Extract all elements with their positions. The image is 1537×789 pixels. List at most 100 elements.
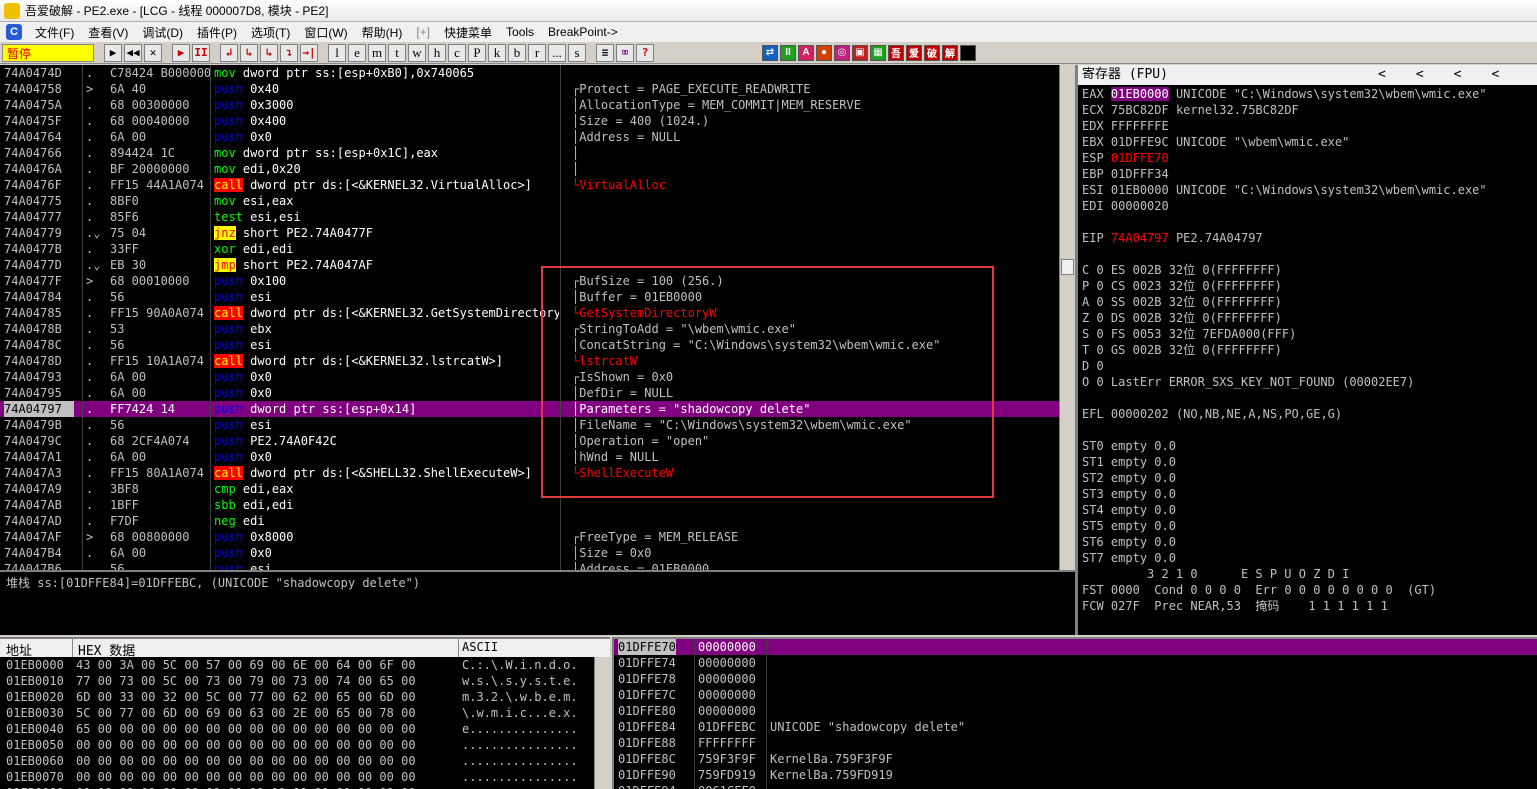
- disasm-row[interactable]: 74A047AF >68 00800000 push 0x8000 ┌FreeType…: [0, 529, 1075, 545]
- log-window-button[interactable]: l: [328, 43, 346, 62]
- dump-row[interactable]: 01EB0070 00 00 00 00 00 00 00 00 00 00 00…: [0, 769, 594, 785]
- register-value[interactable]: 01EB0000: [1111, 183, 1169, 197]
- swap-icon[interactable]: ⇄: [762, 44, 778, 61]
- menu-plugins[interactable]: 插件(P): [190, 24, 244, 41]
- restart-icon[interactable]: ◀◀: [124, 43, 142, 62]
- dump-row[interactable]: 01EB0020 6D 00 33 00 32 00 5C 00 77 00 62…: [0, 689, 594, 705]
- windows-window-button[interactable]: w: [408, 43, 426, 62]
- disasm-row[interactable]: 74A04766. 894424 1C mov dword ptr ss:[esp+…: [0, 145, 1075, 161]
- dump-row[interactable]: 01EB0050 00 00 00 00 00 00 00 00 00 00 00…: [0, 737, 594, 753]
- menu-shortcuts[interactable]: 快捷菜单: [437, 24, 499, 41]
- menu-options[interactable]: 选项(T): [244, 24, 297, 41]
- register-line[interactable]: EFL 00000202 (NO,NB,NE,A,NS,PO,GE,G): [1078, 406, 1537, 422]
- grid-icon[interactable]: ▦: [870, 44, 886, 61]
- dump-row[interactable]: 01EB0060 00 00 00 00 00 00 00 00 00 00 00…: [0, 753, 594, 769]
- pause-icon[interactable]: II: [192, 43, 210, 62]
- menu-file[interactable]: 文件(F): [28, 24, 81, 41]
- disasm-row[interactable]: 74A0476A. BF 20000000 mov edi,0x20 │: [0, 161, 1075, 177]
- disasm-row[interactable]: 74A04777. 85F6 test esi,esi: [0, 209, 1075, 225]
- cpu-window-button[interactable]: c: [448, 43, 466, 62]
- box-icon[interactable]: ▣: [852, 44, 868, 61]
- patches-window-button[interactable]: P: [468, 43, 486, 62]
- trace-over-icon[interactable]: ↴: [280, 43, 298, 62]
- disasm-row[interactable]: 74A04779 .⌄ 75 04 jnz short PE2.74A0477F: [0, 225, 1075, 241]
- dump-row[interactable]: 01EB0010 77 00 73 00 5C 00 73 00 79 00 73…: [0, 673, 594, 689]
- references-window-button[interactable]: r: [528, 43, 546, 62]
- jie-icon[interactable]: 解: [942, 44, 958, 61]
- register-line[interactable]: ST7 empty 0.0: [1078, 550, 1537, 566]
- register-value[interactable]: 027F: [1111, 599, 1140, 613]
- dump-row[interactable]: 01EB0000 43 00 3A 00 5C 00 57 00 69 00 6E…: [0, 657, 594, 673]
- register-line[interactable]: ESP 01DFFE70: [1078, 150, 1537, 166]
- register-line[interactable]: EIP 74A04797 PE2.74A04797: [1078, 230, 1537, 246]
- register-value[interactable]: 01DFFE70: [1111, 151, 1169, 165]
- disassembly-scroll-thumb[interactable]: [1061, 259, 1074, 275]
- record-icon[interactable]: ●: [816, 44, 832, 61]
- ai-icon[interactable]: 爱: [906, 44, 922, 61]
- register-line[interactable]: FST 0000 Cond 0 0 0 0 Err 0 0 0 0 0 0 0 …: [1078, 582, 1537, 598]
- register-line[interactable]: S 0 FS 0053 32位 7EFDA000(FFF): [1078, 326, 1537, 342]
- step-over-icon[interactable]: ↳: [240, 43, 258, 62]
- register-line[interactable]: ST6 empty 0.0: [1078, 534, 1537, 550]
- stack-row[interactable]: 01DFFE8C 759F3F9F KernelBa.759F3F9F: [614, 751, 1537, 767]
- menu-breakpoint[interactable]: BreakPoint->: [541, 25, 625, 39]
- list-icon[interactable]: ≡: [596, 43, 614, 62]
- register-value[interactable]: FFFFFFFE: [1111, 119, 1169, 133]
- pause-green-icon[interactable]: II: [780, 44, 796, 61]
- register-line[interactable]: Z 0 DS 002B 32位 0(FFFFFFFF): [1078, 310, 1537, 326]
- register-line[interactable]: D 0: [1078, 358, 1537, 374]
- menu-help[interactable]: 帮助(H): [355, 24, 410, 41]
- register-line[interactable]: ST1 empty 0.0: [1078, 454, 1537, 470]
- register-line[interactable]: EAX 01EB0000 UNICODE "C:\Windows\system3…: [1078, 86, 1537, 102]
- cpu-c-icon[interactable]: C: [6, 24, 22, 40]
- stack-row[interactable]: 01DFFE90 759FD919 KernelBa.759FD919: [614, 767, 1537, 783]
- dump-pane[interactable]: 地址 HEX 数据 ASCII 01EB0000 43 00 3A 00 5C 0…: [0, 637, 610, 789]
- disasm-row[interactable]: 74A047AB. 1BFF sbb edi,edi: [0, 497, 1075, 513]
- disasm-row[interactable]: 74A047B4. 6A 00 push 0x0 │Size = 0x0: [0, 545, 1075, 561]
- stack-row[interactable]: 01DFFE70 00000000: [614, 639, 1537, 655]
- register-line[interactable]: P 0 CS 0023 32位 0(FFFFFFFF): [1078, 278, 1537, 294]
- register-value[interactable]: 01EB0000: [1110, 87, 1169, 101]
- register-value[interactable]: 01DFFE9C: [1111, 135, 1169, 149]
- disasm-row[interactable]: 74A04758 >6A 40 push 0x40 ┌Protect = PAGE_E…: [0, 81, 1075, 97]
- register-line[interactable]: EBX 01DFFE9C UNICODE "\wbem\wmic.exe": [1078, 134, 1537, 150]
- a-icon[interactable]: A: [798, 44, 814, 61]
- dump-row[interactable]: 01EB0080 00 00 00 00 00 00 00 00 00 00 00…: [0, 785, 594, 789]
- stack-row[interactable]: 01DFFE78 00000000: [614, 671, 1537, 687]
- register-value[interactable]: 00000020: [1111, 199, 1169, 213]
- disasm-row[interactable]: 74A04764. 6A 00 push 0x0 │Address = NULL: [0, 129, 1075, 145]
- disasm-row[interactable]: 74A0476F. FF15 44A1A074 call dword ptr ds:…: [0, 177, 1075, 193]
- disasm-row[interactable]: 74A04775. 8BF0 mov esi,eax: [0, 193, 1075, 209]
- trace-into-icon[interactable]: ↳: [260, 43, 278, 62]
- register-line[interactable]: A 0 SS 002B 32位 0(FFFFFFFF): [1078, 294, 1537, 310]
- registers-pane[interactable]: 寄存器 (FPU) <<<< EAX 01EB0000 UNICODE "C:\…: [1075, 65, 1537, 635]
- disasm-row[interactable]: 74A0475F. 68 00040000 push 0x400 │Size = 40…: [0, 113, 1075, 129]
- target-icon[interactable]: ◎: [834, 44, 850, 61]
- handles-window-button[interactable]: h: [428, 43, 446, 62]
- dump-row[interactable]: 01EB0030 5C 00 77 00 6D 00 69 00 63 00 2E…: [0, 705, 594, 721]
- register-line[interactable]: ST5 empty 0.0: [1078, 518, 1537, 534]
- menu-window[interactable]: 窗口(W): [297, 24, 354, 41]
- callstack-window-button[interactable]: k: [488, 43, 506, 62]
- register-line[interactable]: 3 2 1 0 E S P U O Z D I: [1078, 566, 1537, 582]
- close-icon[interactable]: ✕: [144, 43, 162, 62]
- disasm-row[interactable]: 74A0475A. 68 00300000 push 0x3000 │Allocati…: [0, 97, 1075, 113]
- execute-till-return-icon[interactable]: →|: [300, 43, 318, 62]
- register-line[interactable]: EDX FFFFFFFE: [1078, 118, 1537, 134]
- register-value[interactable]: 00000202: [1111, 407, 1169, 421]
- breakpoints-window-button[interactable]: b: [508, 43, 526, 62]
- stack-row[interactable]: 01DFFE80 00000000: [614, 703, 1537, 719]
- disasm-row[interactable]: 74A0477B. 33FF xor edi,edi: [0, 241, 1075, 257]
- disasm-row[interactable]: 74A047AD. F7DF neg edi: [0, 513, 1075, 529]
- register-line[interactable]: [1078, 246, 1537, 262]
- menu-view[interactable]: 查看(V): [81, 24, 135, 41]
- black-icon[interactable]: [960, 44, 976, 61]
- run-icon[interactable]: ▶: [172, 43, 190, 62]
- register-line[interactable]: ST3 empty 0.0: [1078, 486, 1537, 502]
- stack-row[interactable]: 01DFFE94 0061CFF0: [614, 783, 1537, 789]
- wu-icon[interactable]: 吾: [888, 44, 904, 61]
- memory-window-button[interactable]: m: [368, 43, 386, 62]
- stack-row[interactable]: 01DFFE84 01DFFEBC UNICODE "shadowcopy dele…: [614, 719, 1537, 735]
- stack-row[interactable]: 01DFFE74 00000000: [614, 655, 1537, 671]
- registers-nav-arrows[interactable]: <<<<: [1378, 65, 1529, 85]
